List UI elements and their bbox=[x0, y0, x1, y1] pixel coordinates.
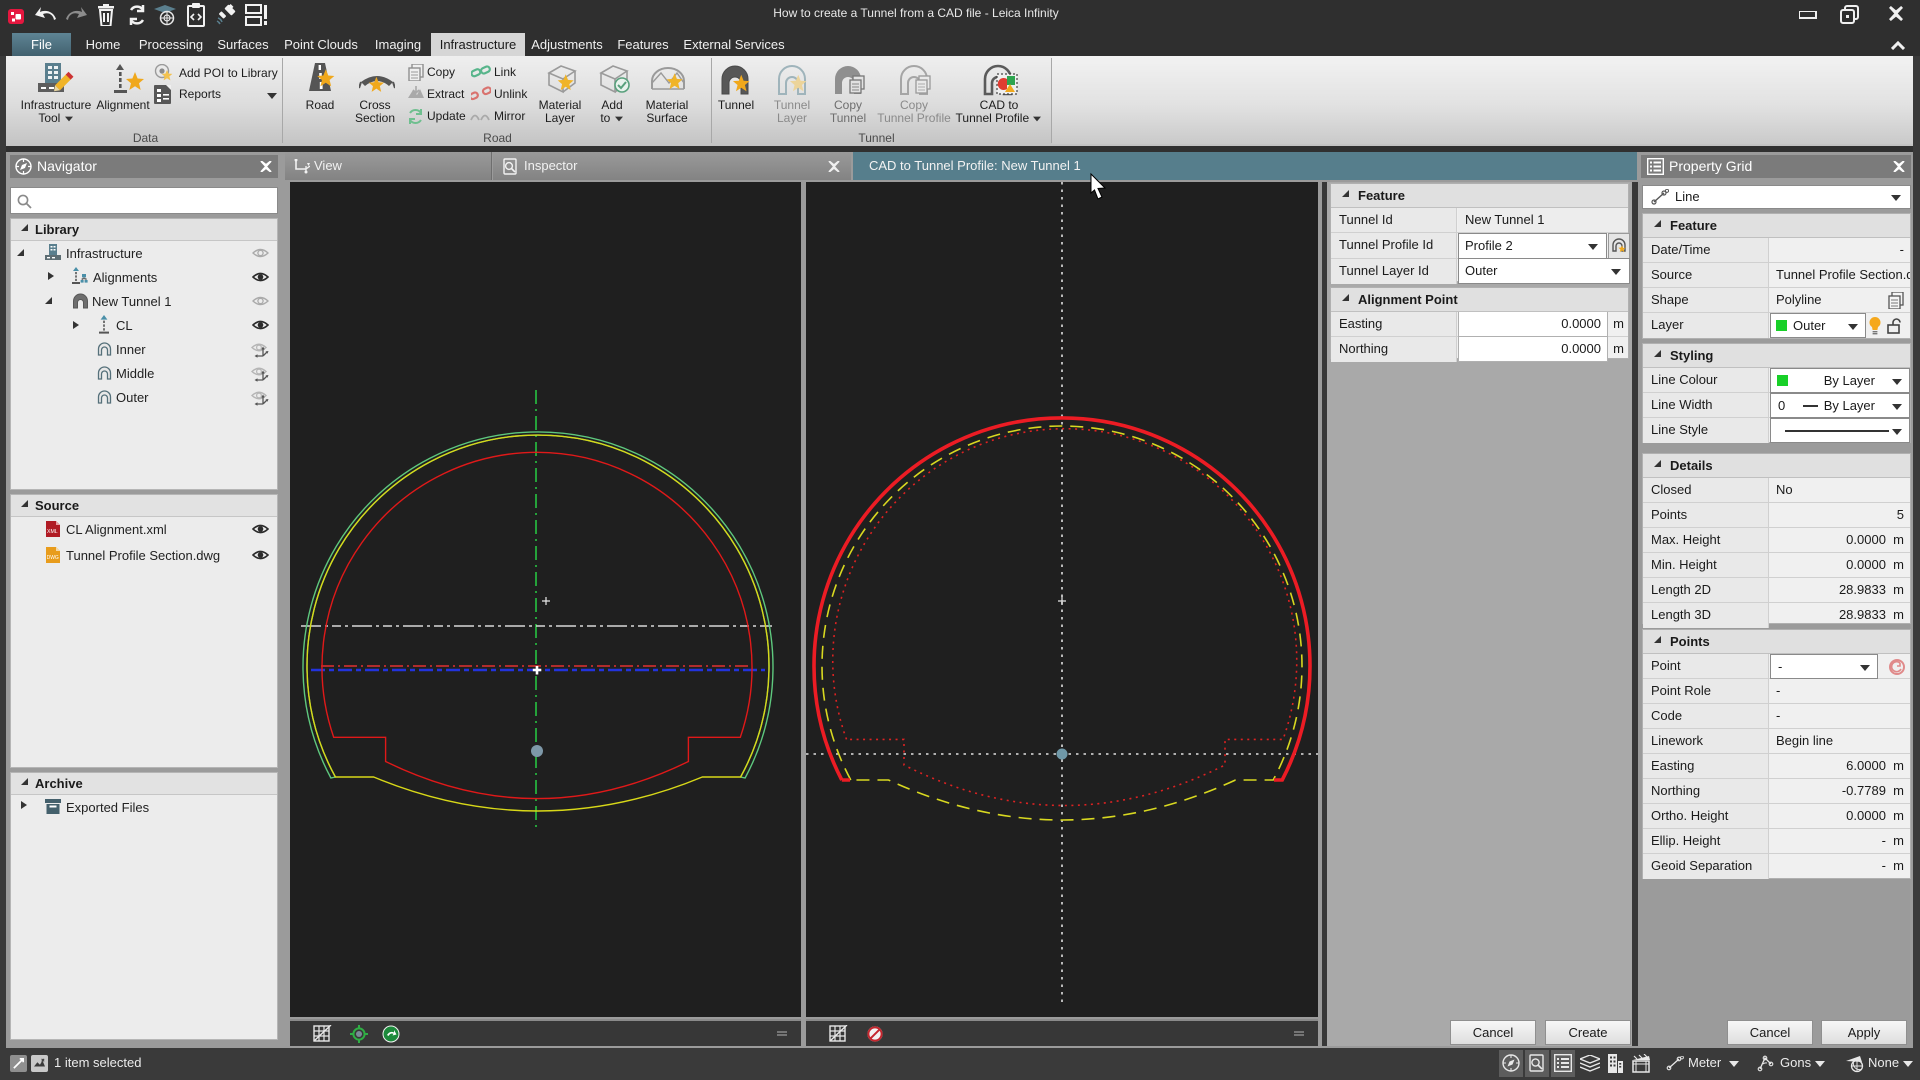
svg-text:XML: XML bbox=[47, 529, 58, 535]
svg-text:DWG: DWG bbox=[47, 555, 59, 561]
